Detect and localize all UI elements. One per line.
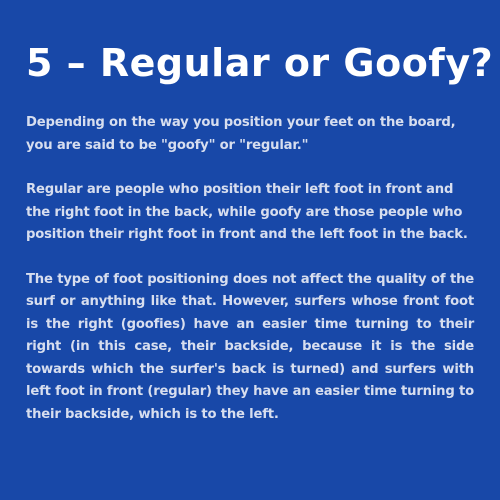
paragraph-intro: Depending on the way you position your f…	[26, 115, 456, 153]
paragraph-turning: The type of foot positioning does not af…	[26, 271, 474, 422]
page-title: 5 – Regular or Goofy?	[26, 41, 494, 85]
info-card: 5 – Regular or Goofy? Depending on the w…	[0, 0, 500, 500]
article-body: Depending on the way you position your f…	[26, 112, 474, 426]
paragraph-definitions: Regular are people who position their le…	[26, 182, 468, 242]
